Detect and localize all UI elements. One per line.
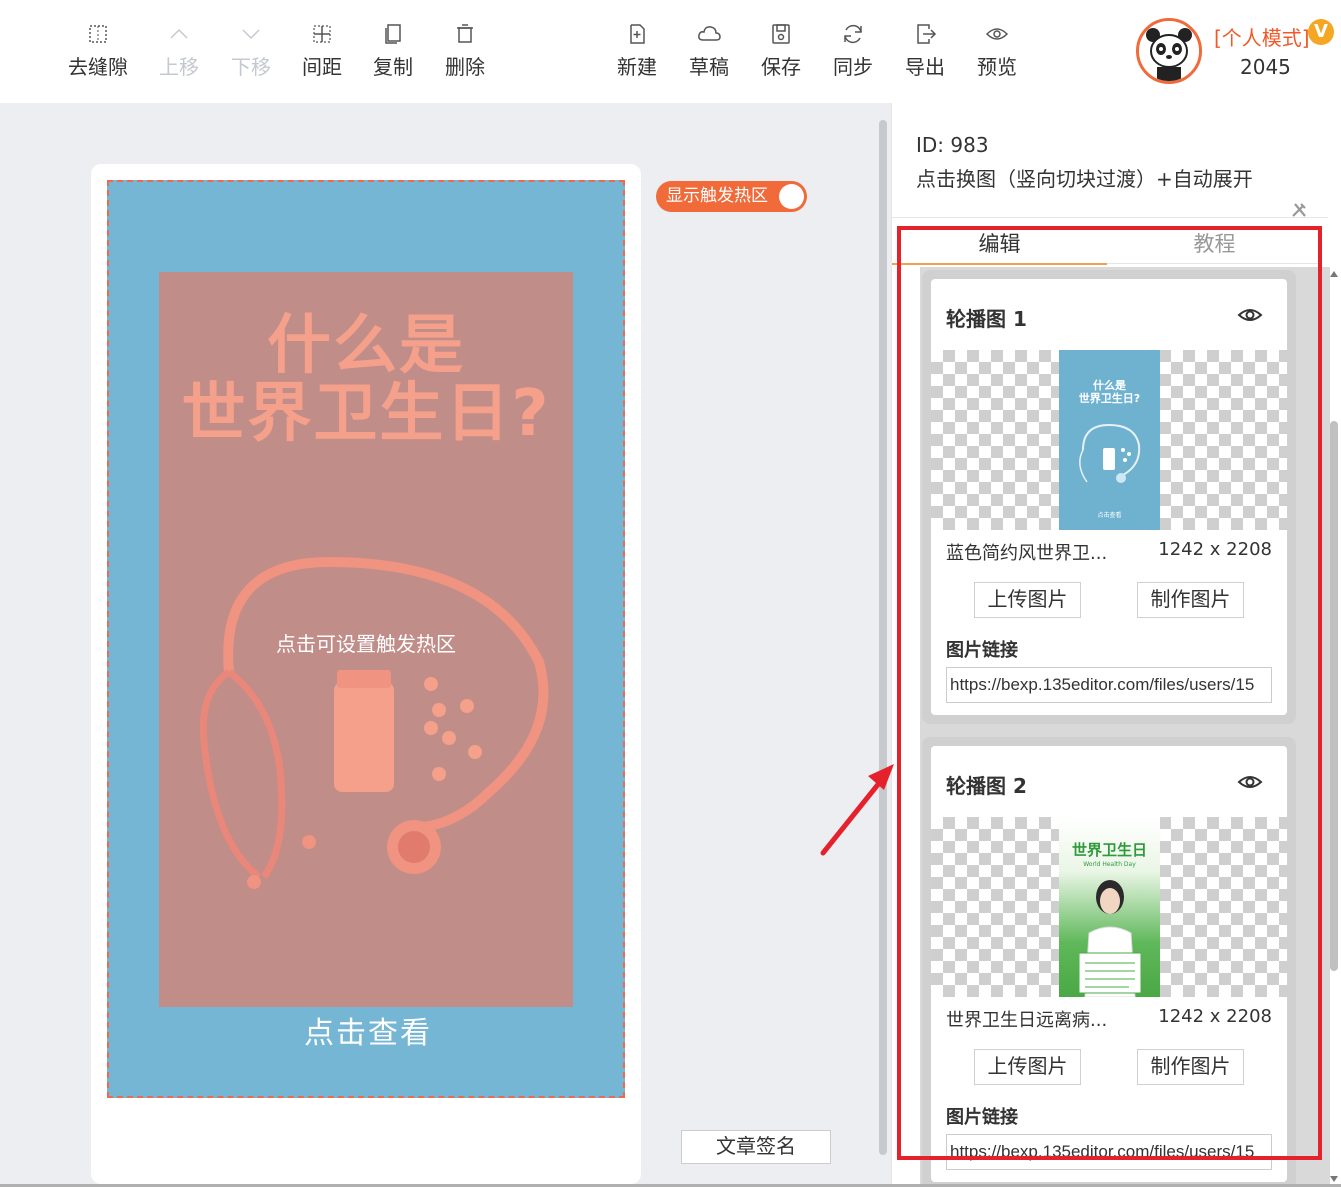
component-id: ID: 983 — [916, 133, 989, 157]
new-file-icon — [630, 24, 645, 44]
draft-label: 草稿 — [689, 55, 729, 79]
move-down-button[interactable]: 下移 — [215, 20, 287, 80]
avatar[interactable] — [1136, 18, 1202, 84]
vip-badge: V — [1308, 19, 1334, 45]
draft-button[interactable]: 草稿 — [673, 20, 745, 80]
save-label: 保存 — [761, 55, 801, 79]
poster-title-line1: 什么是 — [267, 309, 465, 383]
sync-icon — [844, 24, 862, 44]
copy-icon — [385, 24, 401, 44]
save-button[interactable]: 保存 — [745, 20, 817, 80]
annotation-arrow-icon — [820, 764, 894, 856]
save-icon — [772, 24, 790, 44]
poster-title-line2: 世界卫生日? — [181, 377, 551, 451]
sync-label: 同步 — [833, 55, 873, 79]
poster-inner-image: 什么是 世界卫生日? 点击可设置触发热区 — [159, 272, 573, 1007]
panel-scroll-thumb[interactable] — [1330, 421, 1338, 971]
spacing-label: 间距 — [302, 55, 342, 79]
export-label: 导出 — [905, 55, 945, 79]
remove-gap-button[interactable]: 去缝隙 — [62, 20, 134, 80]
trash-icon — [457, 24, 473, 43]
spacing-icon — [313, 25, 331, 43]
scroll-up-icon[interactable] — [1330, 271, 1338, 277]
preview-label: 预览 — [977, 55, 1017, 79]
move-up-button[interactable]: 上移 — [143, 20, 215, 80]
cloud-icon — [698, 26, 721, 41]
panel-divider — [892, 217, 1328, 218]
toggle-knob — [779, 184, 804, 209]
component-name: 点击换图（竖向切块过渡）+自动展开 — [916, 167, 1253, 191]
spacing-button[interactable]: 间距 — [286, 20, 358, 80]
hotzone-hint[interactable]: 点击可设置触发热区 — [159, 628, 573, 657]
new-button[interactable]: 新建 — [601, 20, 673, 80]
export-button[interactable]: 导出 — [889, 20, 961, 80]
chevron-up-icon — [170, 28, 188, 39]
delete-button[interactable]: 删除 — [429, 20, 501, 80]
copy-label: 复制 — [373, 55, 413, 79]
show-hotzone-label: 显示触发热区 — [666, 186, 768, 206]
scroll-down-icon[interactable] — [1330, 1176, 1338, 1182]
remove-gap-label: 去缝隙 — [68, 55, 128, 79]
canvas-scrollbar[interactable] — [879, 120, 887, 1155]
eye-icon — [985, 28, 1009, 40]
move-down-label: 下移 — [231, 55, 271, 79]
show-hotzone-toggle[interactable]: 显示触发热区 — [656, 181, 807, 212]
toolbar: 去缝隙 上移 下移 间距 复制 删除 新建 草稿 保存 同步 导出 预览 [个人… — [0, 0, 1341, 103]
new-label: 新建 — [617, 55, 657, 79]
view-link[interactable]: 点击查看 — [109, 1008, 623, 1052]
preview-button[interactable]: 预览 — [961, 20, 1033, 80]
poster-title: 什么是 世界卫生日? — [159, 312, 573, 448]
export-icon — [917, 24, 937, 44]
move-up-label: 上移 — [159, 55, 199, 79]
user-id: 2045 — [1240, 55, 1291, 79]
stethoscope-illustration — [199, 556, 549, 889]
gap-icon — [89, 25, 107, 43]
delete-label: 删除 — [445, 55, 485, 79]
user-mode-label[interactable]: [个人模式] — [1214, 22, 1310, 51]
panda-avatar-icon — [1139, 21, 1199, 81]
article-signature-button[interactable]: 文章签名 — [681, 1130, 831, 1164]
chevron-down-icon — [242, 29, 260, 40]
annotation-highlight-box — [897, 226, 1322, 1160]
copy-button[interactable]: 复制 — [357, 20, 429, 80]
poster-block[interactable]: 什么是 世界卫生日? 点击可设置触发热区 点击查看 — [107, 180, 625, 1098]
sync-button[interactable]: 同步 — [817, 20, 889, 80]
panel-scrollbar[interactable] — [1329, 271, 1339, 1187]
